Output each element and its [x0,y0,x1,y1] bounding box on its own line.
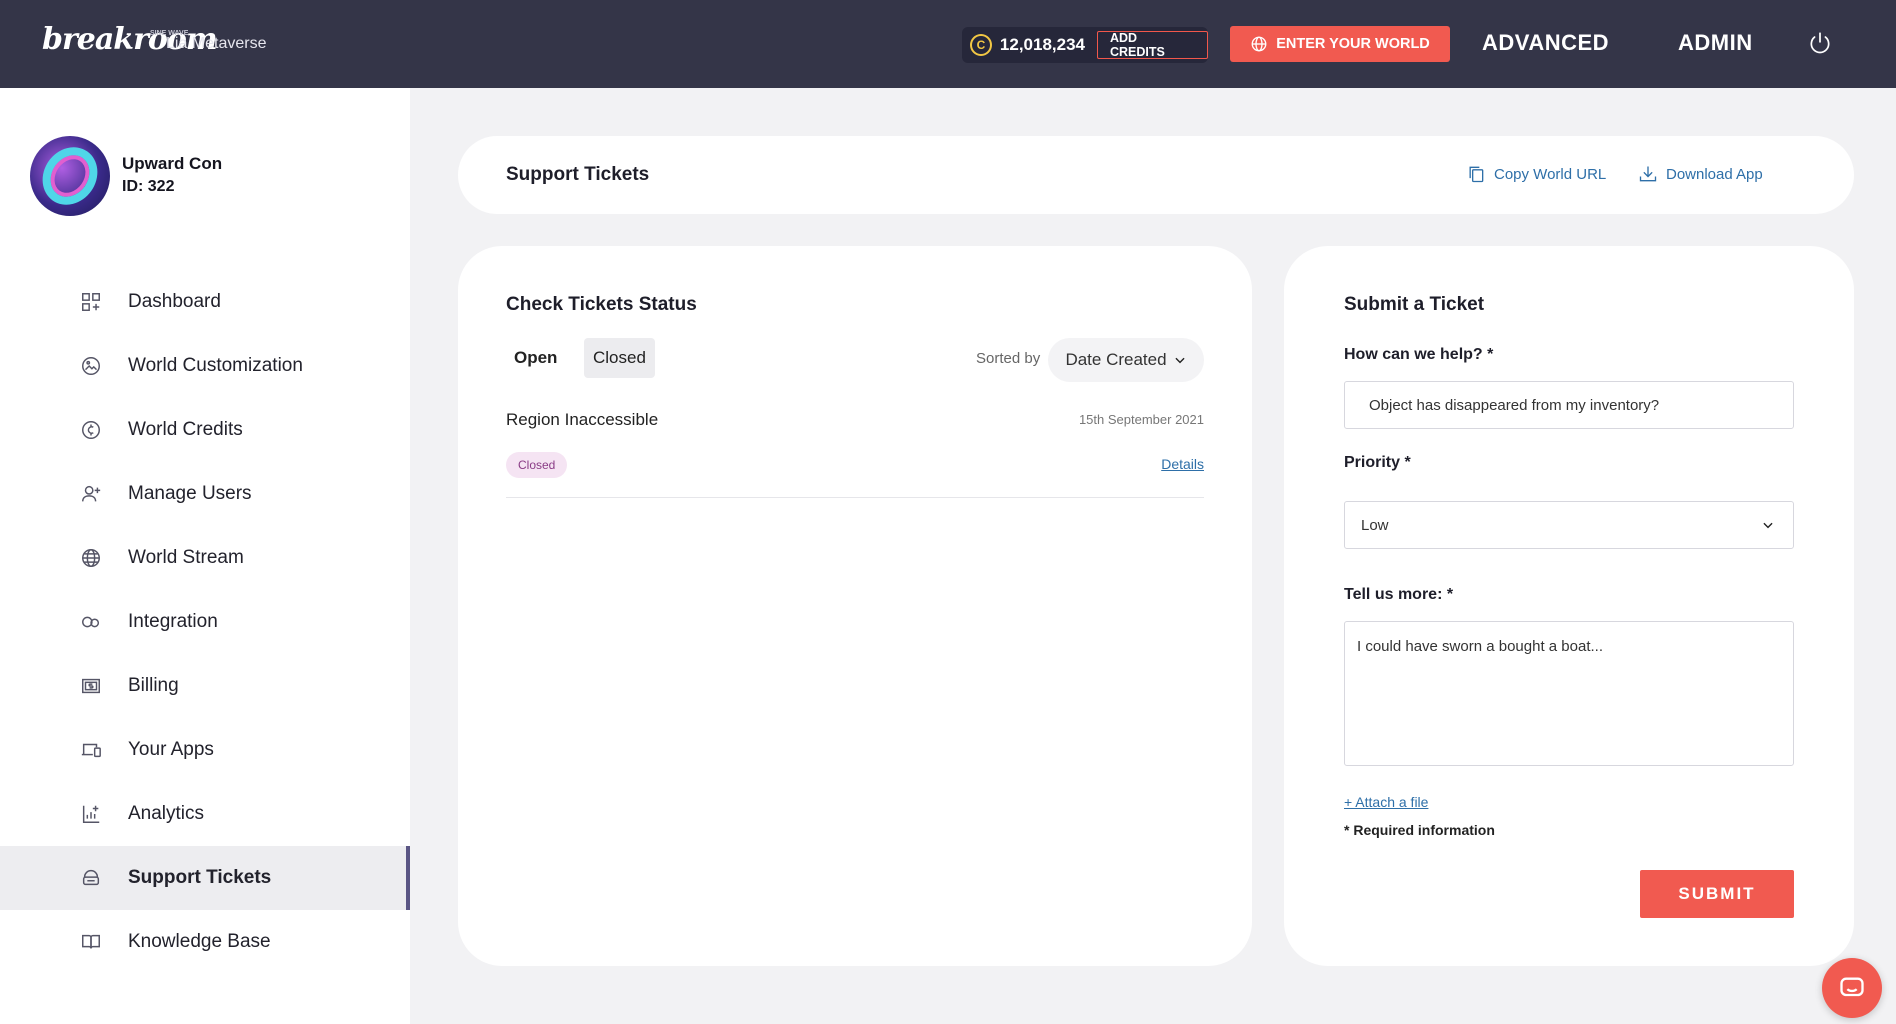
integration-icon [82,616,100,628]
dashboard-icon [82,293,100,311]
globe-icon [82,549,100,567]
download-app-label: Download App [1666,165,1763,183]
sidebar-item-your-apps[interactable]: Your Apps [0,718,410,782]
sidebar-item-manage-users[interactable]: Manage Users [0,462,410,526]
billing-icon [82,678,100,694]
sidebar-item-world-stream[interactable]: World Stream [0,526,410,590]
sidebar-item-support-tickets[interactable]: Support Tickets [0,846,410,910]
help-label: How can we help? * [1344,346,1494,363]
enter-world-button[interactable]: ENTER YOUR WORLD [1230,26,1450,62]
sidebar-item-label: Manage Users [128,483,252,504]
analytics-icon [82,805,100,823]
priority-value: Low [1361,516,1389,534]
ticket-divider [506,497,1204,498]
sidebar-item-integration[interactable]: Integration [0,590,410,654]
avatar[interactable] [30,136,110,216]
profile-id: ID: 322 [122,178,175,195]
status-panel-title: Check Tickets Status [506,294,697,315]
sidebar-item-analytics[interactable]: Analytics [0,782,410,846]
attach-file-link[interactable]: + Attach a file [1344,794,1428,810]
credits-pill: C 12,018,234 ADD CREDITS [962,27,1208,63]
status-badge: Closed [506,452,568,478]
sidebar-item-label: Dashboard [128,291,221,312]
add-user-icon [82,485,101,502]
chevron-down-icon [1763,522,1773,529]
globe-icon [1251,36,1267,52]
priority-select[interactable]: Low [1344,501,1794,549]
sidebar-item-label: Your Apps [128,739,214,760]
add-credits-button[interactable]: ADD CREDITS [1097,31,1208,59]
sidebar-item-world-credits[interactable]: World Credits [0,398,410,462]
ticket-status-panel: Check Tickets Status Open Closed Sorted … [458,246,1252,966]
coin-icon: C [970,34,992,56]
copy-icon [1469,166,1484,183]
required-note: * Required information [1344,822,1495,838]
sidebar-item-label: World Credits [128,419,243,440]
copy-world-url-label: Copy World URL [1494,165,1607,183]
sorted-by-label: Sorted by [976,350,1041,367]
sidebar-item-label: Billing [128,675,179,696]
sidebar-item-billing[interactable]: Billing [0,654,410,718]
sidebar-item-label: Integration [128,611,218,632]
sidebar-item-label: Knowledge Base [128,931,271,952]
chat-button[interactable] [1822,958,1882,1018]
enter-world-label: ENTER YOUR WORLD [1276,36,1430,52]
page-header-card: Support Tickets Copy World URL Download … [458,136,1854,214]
priority-label: Priority * [1344,454,1411,471]
top-bar: breakroom SINE WAVE Lia Metaverse C 12,0… [0,0,1896,88]
submit-ticket-panel: Submit a Ticket How can we help? * Prior… [1284,246,1854,966]
sort-value: Date Created [1065,350,1167,369]
submit-button[interactable]: SUBMIT [1640,870,1794,918]
tab-open[interactable]: Open [506,338,565,378]
submit-panel-title: Submit a Ticket [1344,294,1485,315]
org-name: Lia Metaverse [166,35,267,52]
sort-select[interactable]: Date Created [1048,338,1204,382]
sidebar-item-label: World Stream [128,547,244,568]
sidebar-menu: Dashboard World Customization World Cred… [0,270,410,974]
chevron-down-icon [1174,357,1185,364]
avatar-ring [31,136,109,216]
book-icon [82,934,100,949]
ticket-date: 15th September 2021 [1078,412,1204,427]
sidebar-item-dashboard[interactable]: Dashboard [0,270,410,334]
details-link[interactable]: Details [1154,456,1204,472]
sidebar-item-knowledge-base[interactable]: Knowledge Base [0,910,410,974]
download-icon [1639,166,1657,182]
profile-name: Upward Con [122,154,223,173]
power-icon[interactable] [1807,30,1833,56]
sidebar-item-label: Analytics [128,803,205,824]
nav-admin[interactable]: ADMIN [1678,30,1753,56]
chat-icon [1840,977,1864,997]
devices-icon [81,743,101,758]
tell-us-more-textarea[interactable]: I could have sworn a bought a boat... [1344,621,1794,766]
customization-icon [82,357,100,375]
download-app-link[interactable]: Download App [1638,164,1763,184]
sidebar-item-world-customization[interactable]: World Customization [0,334,410,398]
help-input[interactable] [1344,381,1794,429]
nav-advanced[interactable]: ADVANCED [1482,30,1609,56]
ticket-title[interactable]: Region Inaccessible [506,410,658,430]
sidebar-item-label: Support Tickets [128,867,272,888]
tab-closed[interactable]: Closed [584,338,655,378]
support-icon [82,869,100,886]
copy-world-url-link[interactable]: Copy World URL [1466,164,1606,184]
sidebar-item-label: World Customization [128,355,303,376]
credits-icon [82,421,100,439]
tell-us-more-label: Tell us more: * [1344,586,1454,603]
sidebar: Upward Con ID: 322 Dashboard World Custo… [0,88,410,1024]
page-title: Support Tickets [506,164,650,185]
credit-amount: 12,018,234 [999,35,1085,54]
